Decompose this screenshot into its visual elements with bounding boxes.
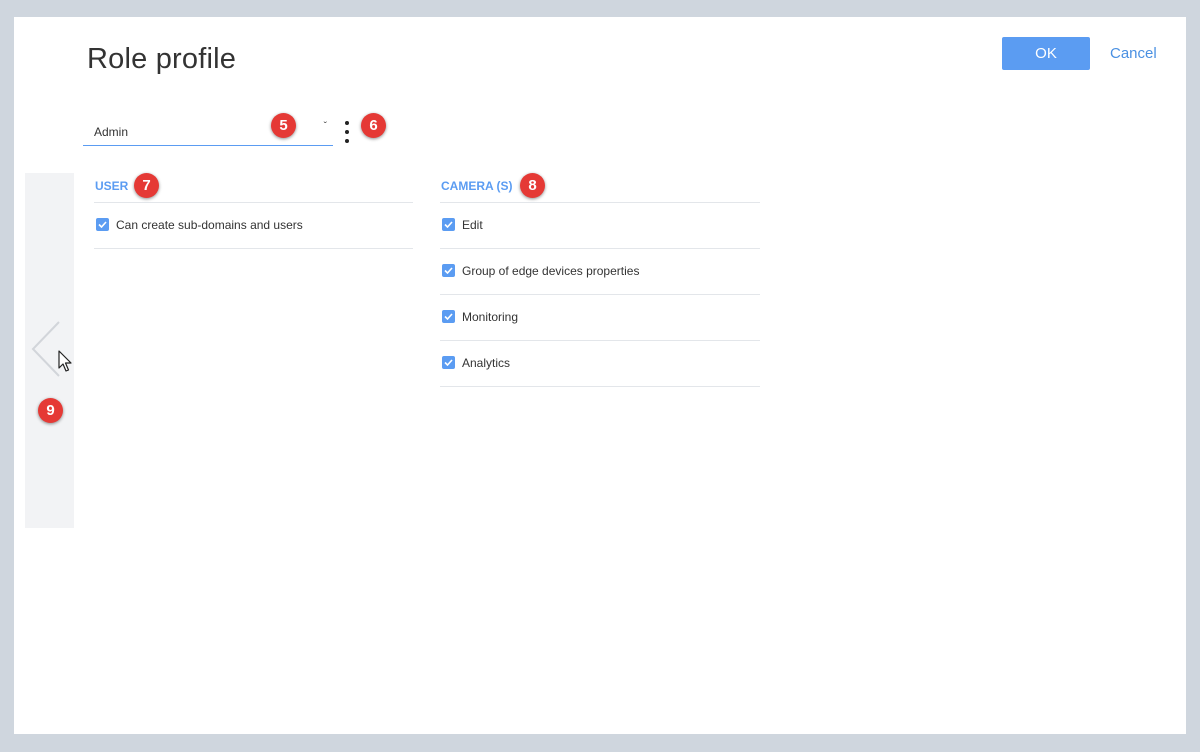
- user-section-heading: USER: [95, 179, 129, 193]
- permission-checkbox[interactable]: [442, 310, 455, 323]
- page-title: Role profile: [87, 43, 237, 75]
- permission-label: Group of edge devices properties: [462, 264, 640, 278]
- permission-label: Analytics: [462, 356, 511, 370]
- permission-checkbox[interactable]: [442, 356, 455, 369]
- check-icon: [444, 221, 453, 228]
- permission-label: Monitoring: [462, 310, 519, 324]
- permission-row: Can create sub-domains and users: [94, 203, 413, 249]
- cancel-button[interactable]: Cancel: [1110, 45, 1157, 62]
- mouse-pointer-icon: [58, 350, 72, 372]
- permission-checkbox[interactable]: [442, 218, 455, 231]
- check-icon: [444, 267, 453, 274]
- permission-label: Edit: [462, 218, 483, 232]
- role-profile-dialog: Role profile OK Cancel Admin ˇ 5 6 9 USE…: [14, 17, 1186, 734]
- permission-checkbox[interactable]: [442, 264, 455, 277]
- permission-row: Group of edge devices properties: [440, 249, 760, 295]
- permission-row: Edit: [440, 203, 760, 249]
- camera-section: CAMERA (S) Edit Group of edge devices pr…: [440, 172, 760, 387]
- chevron-down-icon: ˇ: [323, 121, 327, 132]
- role-select-value: Admin: [94, 125, 129, 139]
- check-icon: [444, 359, 453, 366]
- permission-checkbox[interactable]: [96, 218, 109, 231]
- callout-marker-5: 5: [271, 113, 296, 138]
- callout-marker-7: 7: [134, 173, 159, 198]
- permission-label: Can create sub-domains and users: [116, 218, 303, 232]
- permission-row: Analytics: [440, 341, 760, 387]
- ok-button[interactable]: OK: [1002, 37, 1090, 70]
- camera-section-heading: CAMERA (S): [441, 179, 513, 193]
- camera-section-header: CAMERA (S): [440, 172, 760, 203]
- check-icon: [98, 221, 107, 228]
- callout-marker-6: 6: [361, 113, 386, 138]
- permission-row: Monitoring: [440, 295, 760, 341]
- check-icon: [444, 313, 453, 320]
- callout-marker-8: 8: [520, 173, 545, 198]
- callout-marker-9: 9: [38, 398, 63, 423]
- kebab-menu-icon[interactable]: [342, 121, 352, 143]
